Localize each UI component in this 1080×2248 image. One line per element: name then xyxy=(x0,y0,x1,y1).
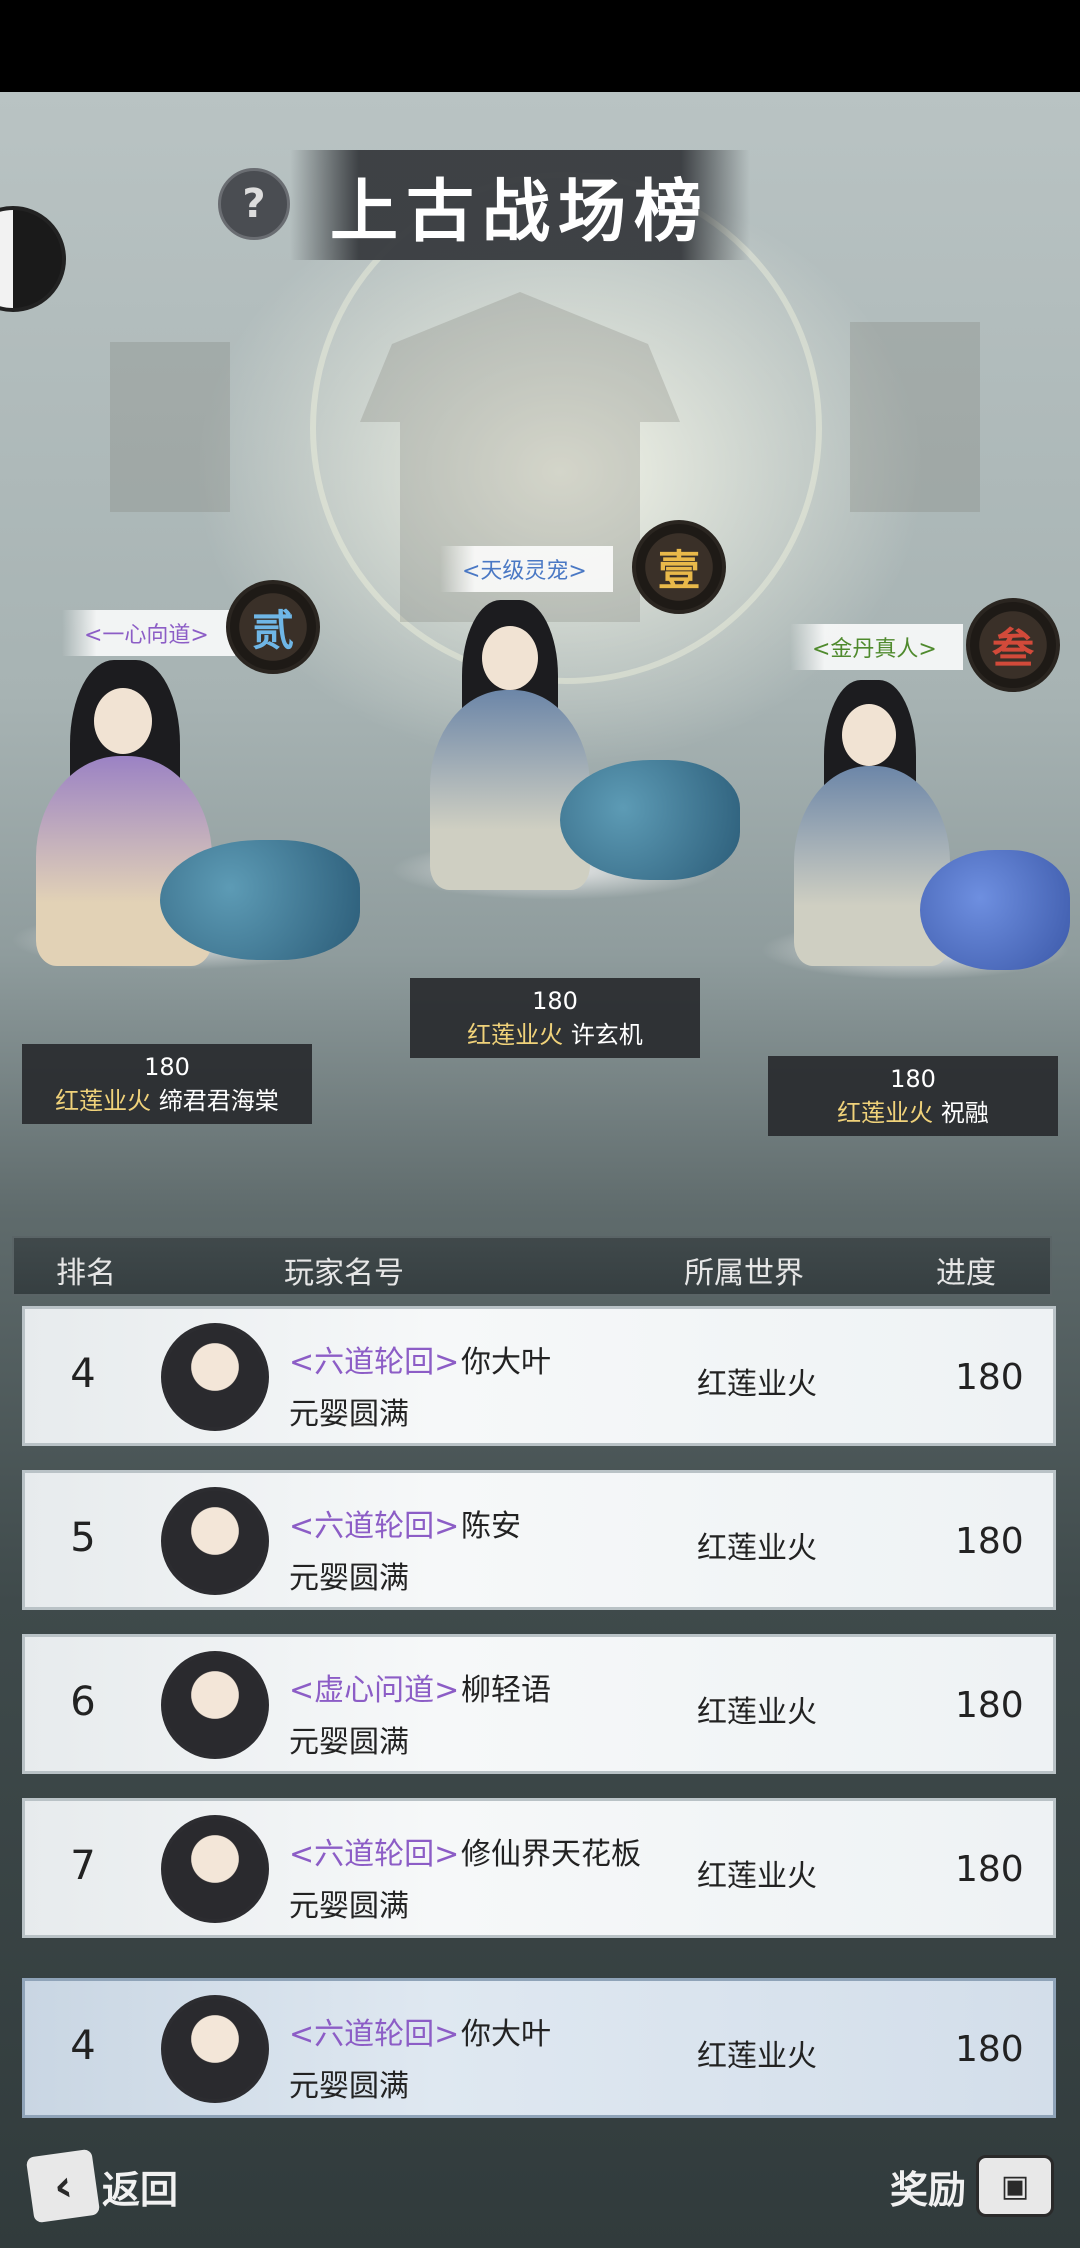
header-player: 玩家名号 xyxy=(284,1256,404,1291)
podium-3-sect: <金丹真人> xyxy=(812,637,937,662)
row-progress: 180 xyxy=(955,1357,1024,1398)
podium-2-label: 180 红莲业火 缔君君海棠 xyxy=(22,1044,312,1124)
my-rank: 4 xyxy=(70,2023,96,2069)
podium-1-sect: <天级灵宠> xyxy=(462,559,587,584)
my-world: 红莲业火 xyxy=(697,2039,817,2074)
side-pagoda-right xyxy=(850,322,980,512)
my-realm: 元婴圆满 xyxy=(289,2069,409,2104)
table-row[interactable]: 4 <六道轮回> 你大叶 元婴圆满 红莲业火 180 xyxy=(22,1306,1056,1446)
podium-2-world: 红莲业火 xyxy=(55,1087,152,1115)
table-row[interactable]: 7 <六道轮回> 修仙界天花板 元婴圆满 红莲业火 180 xyxy=(22,1798,1056,1938)
rank-2-seal-icon: 贰 xyxy=(226,580,320,674)
reward-label: 奖励 xyxy=(890,2166,967,2212)
podium-1-label: 180 红莲业火 许玄机 xyxy=(410,978,700,1058)
header-rank: 排名 xyxy=(56,1256,116,1291)
podium-1-world: 红莲业火 xyxy=(467,1021,564,1049)
row-progress: 180 xyxy=(955,1521,1024,1562)
row-player-name: 陈安 xyxy=(461,1509,521,1544)
row-sect: <六道轮回> xyxy=(289,1837,460,1872)
row-rank: 7 xyxy=(70,1843,96,1889)
row-sect: <六道轮回> xyxy=(289,1509,460,1544)
row-realm: 元婴圆满 xyxy=(289,1561,409,1596)
title-banner: 上古战场榜 xyxy=(290,150,750,260)
table-row[interactable]: 5 <六道轮回> 陈安 元婴圆满 红莲业火 180 xyxy=(22,1470,1056,1610)
podium-3-name: 祝融 xyxy=(940,1099,989,1127)
podium-2-name: 缔君君海棠 xyxy=(158,1087,279,1115)
side-pagoda-left xyxy=(110,342,230,512)
row-world: 红莲业火 xyxy=(697,1367,817,1402)
help-button[interactable]: ? xyxy=(218,168,290,240)
header-progress: 进度 xyxy=(936,1256,996,1291)
back-arrow-icon: ‹ xyxy=(25,2148,101,2224)
podium-2-sect: <一心向道> xyxy=(84,623,209,648)
my-rank-row[interactable]: 4 <六道轮回> 你大叶 元婴圆满 红莲业火 180 xyxy=(22,1978,1056,2118)
podium-1-sect-tag: <天级灵宠> xyxy=(440,546,613,592)
podium-1-name: 许玄机 xyxy=(570,1021,643,1049)
rank-1-seal-icon: 壹 xyxy=(632,520,726,614)
avatar[interactable] xyxy=(161,1323,269,1431)
podium-1-progress: 180 xyxy=(532,987,578,1015)
status-bar xyxy=(0,0,1080,92)
avatar[interactable] xyxy=(161,1487,269,1595)
podium-2-pet xyxy=(160,840,360,960)
podium-2-progress: 180 xyxy=(144,1053,190,1081)
podium-3-label: 180 红莲业火 祝融 xyxy=(768,1056,1058,1136)
avatar[interactable] xyxy=(161,1651,269,1759)
row-progress: 180 xyxy=(955,1849,1024,1890)
row-rank: 5 xyxy=(70,1515,96,1561)
podium-3-pet xyxy=(920,850,1070,970)
row-world: 红莲业火 xyxy=(697,1531,817,1566)
treasure-chest-icon: ▣ xyxy=(976,2155,1055,2217)
row-rank: 4 xyxy=(70,1351,96,1397)
table-row[interactable]: 6 <虚心问道> 柳轻语 元婴圆满 红莲业火 180 xyxy=(22,1634,1056,1774)
podium-3-progress: 180 xyxy=(890,1065,936,1093)
my-player-name: 你大叶 xyxy=(461,2017,551,2052)
header-world: 所属世界 xyxy=(684,1256,804,1291)
reward-button[interactable]: 奖励 ▣ xyxy=(890,2150,1055,2222)
row-player-name: 修仙界天花板 xyxy=(461,1837,641,1872)
back-button[interactable]: ‹ 返回 xyxy=(25,2148,179,2224)
podium-1-pet xyxy=(560,760,740,880)
row-rank: 6 xyxy=(70,1679,96,1725)
row-sect: <六道轮回> xyxy=(289,1345,460,1380)
avatar[interactable] xyxy=(161,1815,269,1923)
temple-hall xyxy=(400,422,640,622)
my-progress: 180 xyxy=(955,2029,1024,2070)
podium-2-sect-tag: <一心向道> xyxy=(62,610,235,656)
row-realm: 元婴圆满 xyxy=(289,1725,409,1760)
podium-3-world: 红莲业火 xyxy=(837,1099,934,1127)
my-sect: <六道轮回> xyxy=(289,2017,460,2052)
row-realm: 元婴圆满 xyxy=(289,1889,409,1924)
podium-3-sect-tag: <金丹真人> xyxy=(790,624,963,670)
page-title: 上古战场榜 xyxy=(329,171,710,252)
ranking-table-header: 排名 玩家名号 所属世界 进度 xyxy=(12,1236,1052,1296)
rank-3-seal-icon: 叁 xyxy=(966,598,1060,692)
back-label: 返回 xyxy=(102,2166,179,2212)
row-progress: 180 xyxy=(955,1685,1024,1726)
row-player-name: 你大叶 xyxy=(461,1345,551,1380)
row-player-name: 柳轻语 xyxy=(461,1673,551,1708)
row-sect: <虚心问道> xyxy=(289,1673,460,1708)
row-realm: 元婴圆满 xyxy=(289,1397,409,1432)
row-world: 红莲业火 xyxy=(697,1695,817,1730)
row-world: 红莲业火 xyxy=(697,1859,817,1894)
avatar[interactable] xyxy=(161,1995,269,2103)
